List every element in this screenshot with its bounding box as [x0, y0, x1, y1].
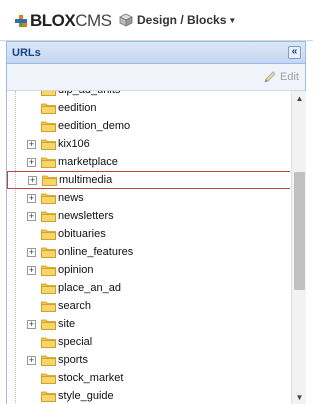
chevron-down-icon: ▼ — [228, 15, 237, 25]
scroll-up-icon[interactable]: ▲ — [292, 91, 307, 106]
folder-icon — [42, 175, 57, 186]
plus-box-icon[interactable]: + — [27, 211, 36, 221]
folder-icon — [41, 91, 56, 96]
plus-box-icon[interactable]: + — [27, 193, 36, 203]
tree-item[interactable]: + online_features — [7, 243, 290, 261]
folder-icon — [41, 211, 56, 222]
folder-icon — [41, 157, 56, 168]
plus-box-icon[interactable]: + — [27, 265, 36, 275]
tree-item-label: special — [58, 336, 93, 348]
logo-text-light: CMS — [75, 11, 112, 30]
folder-icon — [41, 355, 56, 366]
tree-item[interactable]: search — [7, 297, 290, 315]
tree-scrollbar[interactable]: ▲ ▼ — [291, 91, 306, 404]
tree-item[interactable]: + opinion — [7, 261, 290, 279]
folder-icon — [41, 103, 56, 114]
tree-item-label: kix106 — [58, 138, 90, 150]
tree-item-label: eedition_demo — [58, 120, 131, 132]
tree-item[interactable]: place_an_ad — [7, 279, 290, 297]
menu-label: Design / Blocks — [137, 13, 227, 27]
folder-icon — [41, 139, 56, 150]
tree-item[interactable]: eedition — [7, 99, 290, 117]
folder-icon — [41, 229, 56, 240]
pencil-icon — [264, 71, 276, 83]
logo-text-bold: BLOX — [30, 11, 76, 30]
tree-item-label: opinion — [58, 264, 94, 276]
top-bar: BLOXCMS Design / Blocks ▼ — [0, 0, 313, 41]
tree-item[interactable]: style_guide — [7, 387, 290, 404]
tree-item-label: obituaries — [58, 228, 106, 240]
plus-box-icon[interactable]: + — [27, 139, 36, 149]
folder-icon — [41, 301, 56, 312]
folder-icon — [41, 319, 56, 330]
tree-item-label: dlp_ad_units — [58, 91, 120, 96]
tree-item[interactable]: + multimedia — [7, 171, 290, 189]
folder-icon — [41, 121, 56, 132]
tree-item[interactable]: eedition_demo — [7, 117, 290, 135]
edit-label: Edit — [280, 71, 299, 83]
tree-item-label: sports — [58, 354, 88, 366]
double-chevron-left-icon[interactable]: « — [288, 46, 301, 59]
design-blocks-menu[interactable]: Design / Blocks ▼ — [119, 13, 236, 27]
logo-mark-icon — [15, 15, 28, 27]
plus-box-icon[interactable]: + — [27, 157, 36, 167]
folder-icon — [41, 337, 56, 348]
tree-item[interactable]: obituaries — [7, 225, 290, 243]
tree-item-label: site — [58, 318, 76, 330]
plus-box-icon[interactable]: + — [28, 175, 37, 185]
tree-item[interactable]: + newsletters — [7, 207, 290, 225]
folder-icon — [41, 265, 56, 276]
tree-item-label: place_an_ad — [58, 282, 122, 294]
edit-button[interactable]: Edit — [263, 70, 299, 84]
tree-item[interactable]: + site — [7, 315, 290, 333]
tree-item[interactable]: + news — [7, 189, 290, 207]
cube-icon — [119, 13, 133, 27]
panel-title: URLs — [12, 46, 41, 59]
url-tree: dlp_ad_units eedition eedition_demo + kix106… — [7, 91, 290, 404]
tree-item-label: stock_market — [58, 372, 124, 384]
tree-item-label: search — [58, 300, 92, 312]
tree-item-label: online_features — [58, 246, 134, 258]
tree-item[interactable]: + marketplace — [7, 153, 290, 171]
tree-item-label: multimedia — [59, 174, 113, 186]
plus-box-icon[interactable]: + — [27, 355, 36, 365]
folder-icon — [41, 373, 56, 384]
logo-text: BLOXCMS — [30, 11, 112, 31]
tree-item[interactable]: dlp_ad_units — [7, 91, 290, 99]
tree-item[interactable]: + kix106 — [7, 135, 290, 153]
tree-item-label: style_guide — [58, 390, 114, 402]
folder-icon — [41, 193, 56, 204]
tree-item[interactable]: special — [7, 333, 290, 351]
tree-item[interactable]: stock_market — [7, 369, 290, 387]
plus-box-icon[interactable]: + — [27, 319, 36, 329]
folder-icon — [41, 247, 56, 258]
scroll-down-icon[interactable]: ▼ — [292, 390, 307, 404]
tree-item-label: newsletters — [58, 210, 114, 222]
plus-box-icon[interactable]: + — [27, 247, 36, 257]
folder-icon — [41, 391, 56, 402]
tree-item-label: eedition — [58, 102, 97, 114]
scroll-thumb[interactable] — [294, 172, 305, 290]
tree-item-label: marketplace — [58, 156, 118, 168]
panel-header: URLs « — [7, 42, 305, 64]
tree-item-label: news — [58, 192, 84, 204]
tree-item[interactable]: + sports — [7, 351, 290, 369]
folder-icon — [41, 283, 56, 294]
urls-panel: URLs « Edit dlp_ad_units eedition eedition… — [6, 41, 306, 404]
bloxcms-logo[interactable]: BLOXCMS — [15, 11, 112, 31]
panel-toolbar: Edit — [7, 64, 305, 91]
